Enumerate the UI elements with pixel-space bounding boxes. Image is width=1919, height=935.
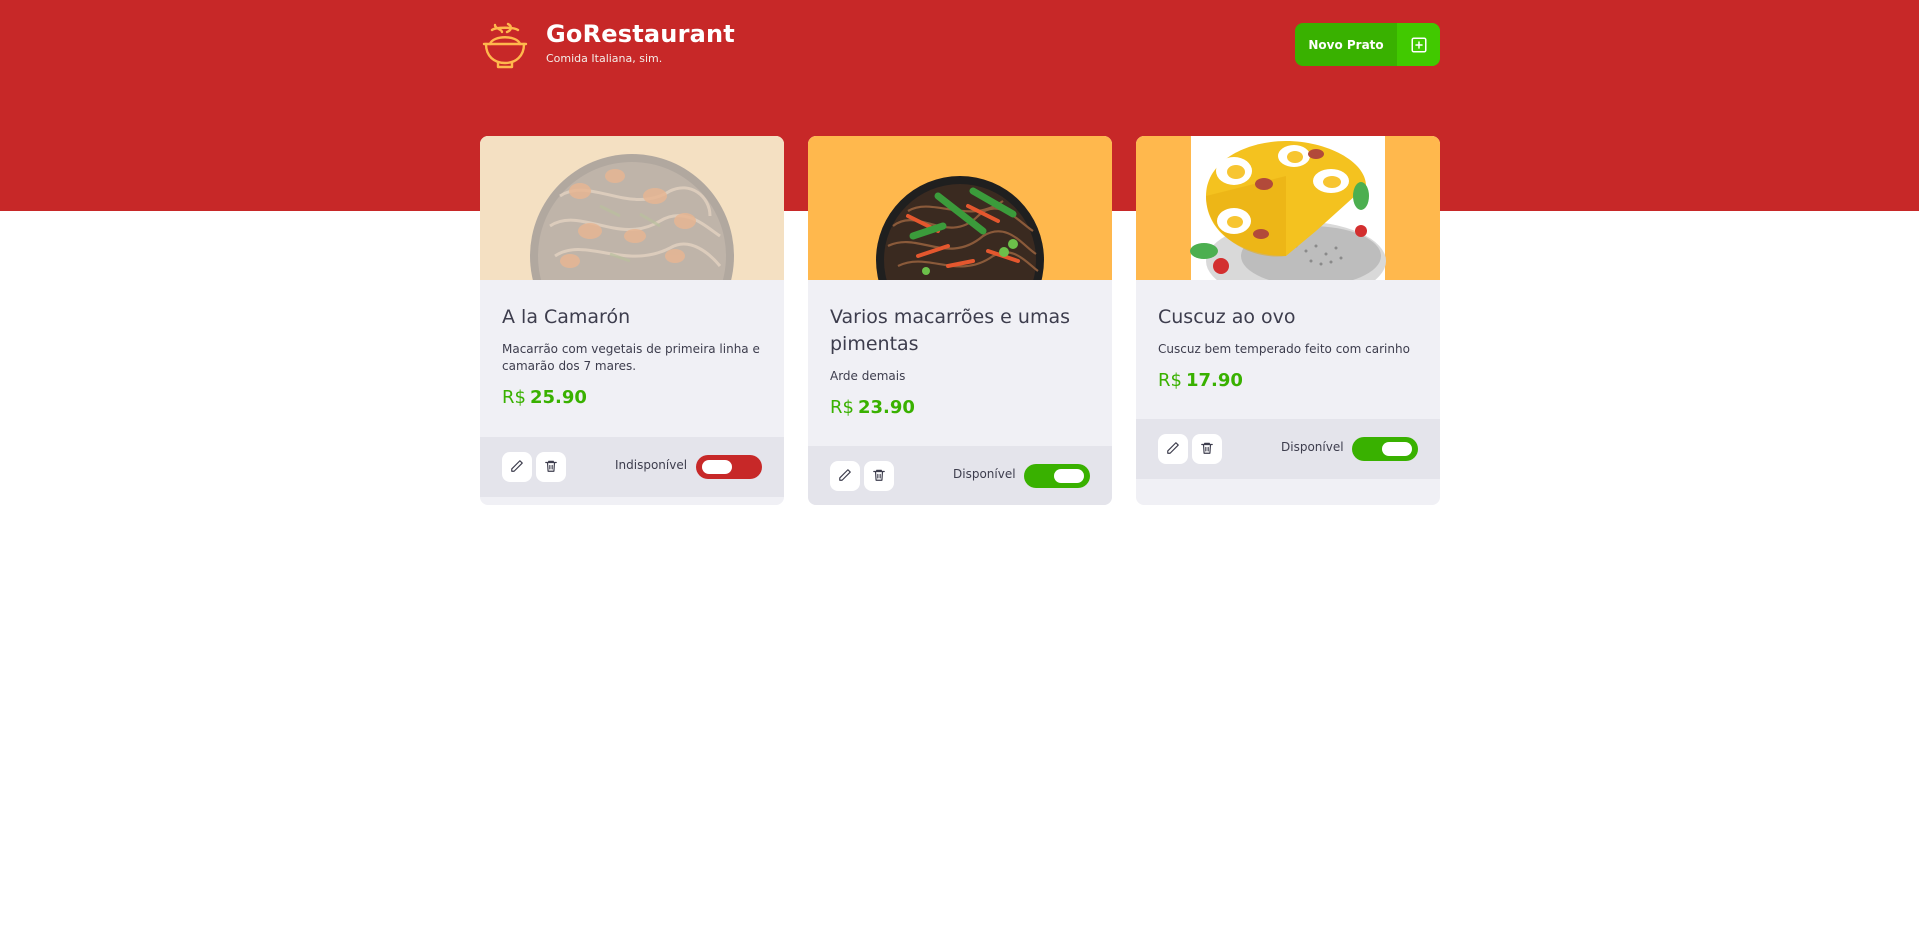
food-card: Varios macarrões e umas pimentas Arde de… [808,136,1112,505]
food-name: Varios macarrões e umas pimentas [830,306,1071,355]
food-image [808,136,1112,280]
trash-icon [544,458,558,477]
availability-toggle[interactable] [1024,464,1090,488]
availability-label: Disponível [1281,440,1344,454]
food-card: A la Camarón Macarrão com vegetais de pr… [480,136,784,505]
delete-button[interactable] [864,461,894,491]
pencil-icon [510,458,524,477]
delete-button[interactable] [1192,434,1222,464]
toggle-knob [1054,469,1084,483]
price-amount: 17.90 [1185,370,1243,391]
food-name: A la Camarón [502,306,631,328]
pencil-icon [1166,440,1180,459]
price-currency: R$ [1158,370,1182,391]
food-image [1136,136,1440,280]
food-name: Cuscuz ao ovo [1158,306,1296,328]
cooking-bowl-icon [480,20,530,70]
app-subtitle: Comida Italiana, sim. [546,52,663,65]
food-description: Cuscuz bem temperado feito com carinho [1158,342,1410,356]
plus-square-icon [1397,23,1440,66]
food-description: Macarrão com vegetais de primeira linha … [502,342,760,373]
price-amount: 25.90 [529,387,587,408]
availability-toggle[interactable] [1352,437,1418,461]
delete-button[interactable] [536,452,566,482]
price-amount: 23.90 [857,397,915,418]
trash-icon [1200,440,1214,459]
food-price: R$ 25.90 [502,387,762,409]
header: GoRestaurant Comida Italiana, sim. Novo … [480,20,1440,70]
price-currency: R$ [502,387,526,408]
food-image [480,136,784,280]
app-title: GoRestaurant [546,20,735,48]
availability-label: Indisponível [615,458,688,472]
new-dish-button[interactable]: Novo Prato [1295,23,1440,66]
trash-icon [872,467,886,486]
toggle-knob [702,460,732,474]
food-description: Arde demais [830,369,906,383]
edit-button[interactable] [830,461,860,491]
pencil-icon [838,467,852,486]
card-footer: Disponível [808,446,1112,505]
food-price: R$ 17.90 [1158,370,1418,392]
toggle-knob [1382,442,1412,456]
food-card: Cuscuz ao ovo Cuscuz bem temperado feito… [1136,136,1440,505]
new-dish-button-label: Novo Prato [1308,37,1384,52]
food-price: R$ 23.90 [830,397,1090,419]
availability-label: Disponível [953,467,1016,481]
price-currency: R$ [830,397,854,418]
card-footer: Indisponível [480,437,784,497]
edit-button[interactable] [1158,434,1188,464]
edit-button[interactable] [502,452,532,482]
card-footer: Disponível [1136,419,1440,479]
availability-toggle[interactable] [696,455,762,479]
